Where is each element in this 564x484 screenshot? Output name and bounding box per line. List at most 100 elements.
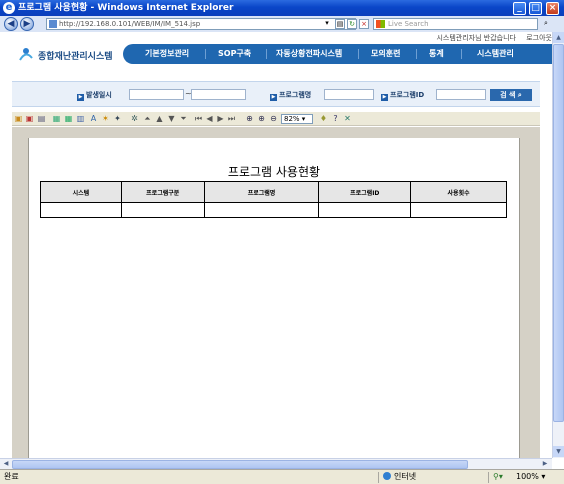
menu-item-stats[interactable]: 통계: [429, 44, 444, 64]
live-search-icon: [376, 20, 385, 28]
address-row: ◀ ▶ http://192.168.0.101/WEB/IM/IM_514.j…: [0, 16, 564, 32]
program-id-input[interactable]: [436, 89, 486, 100]
top-links: 시스템관리자님 반갑습니다 로그아웃: [428, 33, 552, 43]
search-input[interactable]: Live Search: [373, 18, 538, 30]
horizontal-scrollbar[interactable]: ◀ ▶: [0, 458, 552, 469]
vertical-scrollbar[interactable]: ▲ ▼: [552, 32, 564, 458]
filter-bar: ▶ 발생일시 ~ ▶ 프로그램명 ▶ 프로그램ID 검 색 ⌕: [12, 81, 540, 107]
page-icon: [49, 20, 57, 28]
refresh-icon[interactable]: ↻: [347, 19, 357, 29]
excel-icon[interactable]: ▦: [64, 114, 73, 123]
program-name-label: ▶ 프로그램명: [270, 91, 312, 101]
menu-item-basic-info[interactable]: 기본정보관리: [145, 44, 189, 64]
minimize-button[interactable]: _: [513, 2, 526, 15]
ie-icon: e: [3, 2, 15, 14]
globe-icon: [383, 472, 391, 480]
pdf-icon[interactable]: ✶: [101, 114, 110, 123]
bullet-icon: ▶: [77, 94, 84, 101]
report-title: 프로그램 사용현황: [227, 165, 321, 179]
export-icon[interactable]: ▦: [52, 114, 61, 123]
compatibility-icon[interactable]: ▤: [335, 19, 345, 29]
back-icon[interactable]: ◀: [4, 17, 18, 31]
menu-item-sys-admin[interactable]: 시스템관리: [477, 44, 514, 64]
search-placeholder: Live Search: [388, 20, 429, 28]
prev-page-up-icon[interactable]: ▲: [155, 114, 164, 123]
scroll-up-icon[interactable]: ▲: [553, 32, 564, 43]
scroll-right-icon[interactable]: ▶: [540, 459, 550, 469]
menu-item-sop[interactable]: SOP구축: [218, 44, 251, 64]
table-cell: [410, 202, 507, 218]
text-icon[interactable]: A: [89, 114, 98, 123]
zoom-icon[interactable]: ⊕: [245, 114, 254, 123]
print-icon[interactable]: ▤: [37, 114, 46, 123]
menu-divider: [266, 49, 267, 59]
zoom-level[interactable]: 100% ▾: [516, 470, 545, 484]
report-table: 시스템 프로그램구분 프로그램명 프로그램ID 사용횟수: [40, 181, 507, 218]
logout-link[interactable]: 로그아웃: [526, 34, 552, 42]
table-cell: [120, 202, 205, 218]
last-page-down-icon[interactable]: ⏷: [179, 114, 188, 123]
page-content: 시스템관리자님 반갑습니다 로그아웃 종합재난관리시스템 기본정보관리 SOP구…: [0, 32, 552, 458]
main-menu: 기본정보관리 SOP구축 자동상황전파시스템 모의훈련 통계 시스템관리: [123, 44, 552, 64]
help-icon[interactable]: ?: [331, 114, 340, 123]
zoom-select[interactable]: 82% ▾: [281, 114, 313, 124]
scroll-down-icon[interactable]: ▼: [553, 446, 564, 457]
dropdown-icon[interactable]: ▾: [322, 19, 332, 29]
report-page: 프로그램 사용현황 시스템 프로그램구분 프로그램명 프로그램ID 사용횟수: [28, 138, 520, 458]
menu-item-drill[interactable]: 모의훈련: [371, 44, 400, 64]
stop-icon[interactable]: ×: [359, 19, 369, 29]
bullet-icon: ▶: [270, 94, 277, 101]
program-name-input[interactable]: [324, 89, 374, 100]
next-page-icon[interactable]: ▶: [216, 114, 225, 123]
maximize-button[interactable]: □: [529, 2, 542, 15]
word-icon[interactable]: ▥: [76, 114, 85, 123]
search-button[interactable]: 검 색 ⌕: [490, 89, 532, 101]
first-page-icon[interactable]: ⏶: [143, 114, 152, 123]
bullet-icon: ▶: [381, 94, 388, 101]
status-text: 완료: [4, 472, 19, 481]
table-header-row: 시스템 프로그램구분 프로그램명 프로그램ID 사용횟수: [40, 181, 507, 203]
scroll-left-icon[interactable]: ◀: [1, 459, 11, 469]
save-icon[interactable]: ▣: [25, 114, 34, 123]
menu-item-auto-alert[interactable]: 자동상황전파시스템: [276, 44, 342, 64]
find-icon[interactable]: ✦: [113, 114, 122, 123]
security-zone[interactable]: 인터넷: [383, 470, 416, 484]
forward-icon[interactable]: ▶: [20, 17, 34, 31]
status-bar: 완료 인터넷 ⚲▾ 100% ▾: [0, 469, 564, 484]
column-header: 프로그램ID: [318, 181, 412, 203]
search-go-icon[interactable]: ⌕: [541, 19, 551, 29]
first-page-left-icon[interactable]: ⏮: [194, 114, 203, 123]
last-page-icon[interactable]: ⏭: [227, 114, 236, 123]
close-button[interactable]: ×: [546, 2, 559, 15]
protected-mode-icon[interactable]: ⚲▾: [493, 470, 503, 484]
occurrence-label: ▶ 발생일시: [77, 91, 112, 101]
welcome-text: 시스템관리자님 반갑습니다: [436, 34, 516, 42]
column-header: 사용횟수: [410, 181, 507, 203]
report-toolbar: ▣ ▣ ▤ ▦ ▦ ▥ A ✶ ✦ ✲ ⏶ ▲ ▼ ⏷ ⏮ ◀ ▶ ⏭ ⊕ ⊕ …: [12, 112, 540, 126]
window-title: 프로그램 사용현황 - Windows Internet Explorer: [18, 3, 234, 13]
column-header: 시스템: [40, 181, 122, 203]
close-report-icon[interactable]: ✕: [343, 114, 352, 123]
end-date-input[interactable]: [191, 89, 246, 100]
logo-icon: [19, 48, 33, 61]
info-icon[interactable]: ♦: [319, 114, 328, 123]
settings-icon[interactable]: ✲: [130, 114, 139, 123]
table-cell: [40, 202, 122, 218]
start-date-input[interactable]: [129, 89, 184, 100]
address-text: http://192.168.0.101/WEB/IM/IM_514.jsp: [59, 20, 201, 28]
open-icon[interactable]: ▣: [14, 114, 23, 123]
address-bar[interactable]: http://192.168.0.101/WEB/IM/IM_514.jsp: [46, 18, 356, 30]
table-row: [40, 202, 507, 218]
zoom-in-icon[interactable]: ⊕: [257, 114, 266, 123]
next-page-down-icon[interactable]: ▼: [167, 114, 176, 123]
menu-divider: [358, 49, 359, 59]
prev-page-icon[interactable]: ◀: [205, 114, 214, 123]
scroll-thumb[interactable]: [553, 44, 564, 422]
program-id-label: ▶ 프로그램ID: [381, 91, 425, 101]
table-cell: [203, 202, 320, 218]
status-divider: [488, 472, 489, 483]
menu-divider: [461, 49, 462, 59]
zoom-out-icon[interactable]: ⊖: [269, 114, 278, 123]
menu-divider: [416, 49, 417, 59]
scroll-thumb-horizontal[interactable]: [12, 460, 468, 469]
